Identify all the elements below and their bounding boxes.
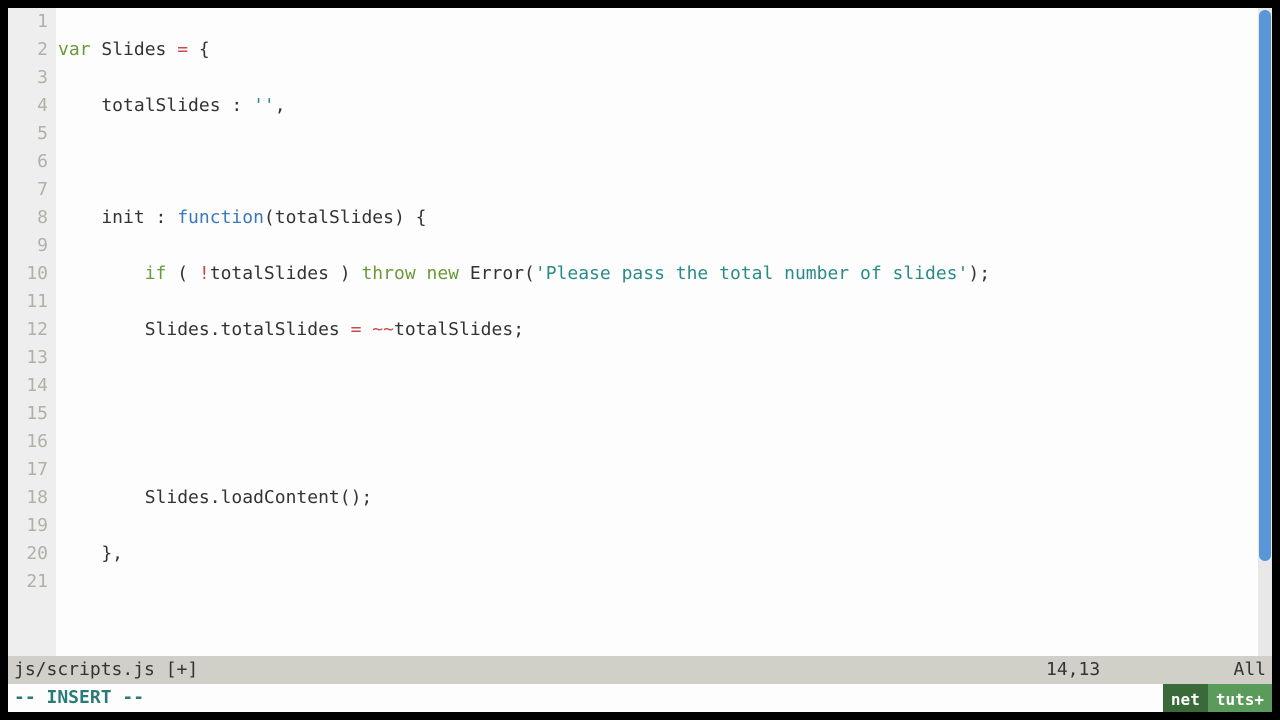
code-line[interactable]: totalSlides : '', xyxy=(58,92,1272,120)
line-number: 17 xyxy=(12,456,48,484)
line-number-gutter: 1 2 3 4 5 6 7 8 9 10 11 12 13 14 15 16 1… xyxy=(8,8,56,656)
code-area[interactable]: 1 2 3 4 5 6 7 8 9 10 11 12 13 14 15 16 1… xyxy=(8,8,1272,656)
line-number: 7 xyxy=(12,176,48,204)
code-line[interactable] xyxy=(58,372,1272,400)
editor-window: 1 2 3 4 5 6 7 8 9 10 11 12 13 14 15 16 1… xyxy=(8,8,1272,712)
line-number: 1 xyxy=(12,8,48,36)
mode-line: -- INSERT -- net tuts+ xyxy=(8,684,1272,712)
vertical-scrollbar[interactable] xyxy=(1258,8,1272,656)
watermark-logo: net tuts+ xyxy=(1163,684,1272,712)
code-line[interactable]: }, xyxy=(58,540,1272,568)
code-line[interactable]: var Slides = { xyxy=(58,36,1272,64)
line-number: 21 xyxy=(12,568,48,596)
line-number: 15 xyxy=(12,400,48,428)
line-number: 16 xyxy=(12,428,48,456)
line-number: 14 xyxy=(12,372,48,400)
logo-left: net xyxy=(1163,684,1208,712)
status-scroll-indicator: All xyxy=(1206,656,1266,684)
line-number: 20 xyxy=(12,540,48,568)
line-number: 6 xyxy=(12,148,48,176)
line-number: 5 xyxy=(12,120,48,148)
code-line[interactable]: Slides.loadContent(); xyxy=(58,484,1272,512)
line-number: 19 xyxy=(12,512,48,540)
line-number: 18 xyxy=(12,484,48,512)
code-line[interactable] xyxy=(58,148,1272,176)
line-number: 3 xyxy=(12,64,48,92)
scrollbar-thumb[interactable] xyxy=(1259,10,1271,561)
code-line[interactable] xyxy=(58,428,1272,456)
code-line[interactable] xyxy=(58,596,1272,624)
code-line[interactable]: if ( !totalSlides ) throw new Error('Ple… xyxy=(58,260,1272,288)
line-number: 12 xyxy=(12,316,48,344)
vim-mode-indicator: -- INSERT -- xyxy=(14,687,144,708)
logo-right: tuts+ xyxy=(1208,684,1272,712)
line-number: 2 xyxy=(12,36,48,64)
line-number: 8 xyxy=(12,204,48,232)
code-line[interactable]: loadContent : function() { xyxy=(58,652,1272,656)
line-number: 13 xyxy=(12,344,48,372)
status-bar: js/scripts.js [+] 14,13 All xyxy=(8,656,1272,684)
status-filename: js/scripts.js [+] xyxy=(14,656,1046,684)
code-content[interactable]: var Slides = { totalSlides : '', init : … xyxy=(56,8,1272,656)
line-number: 4 xyxy=(12,92,48,120)
line-number: 9 xyxy=(12,232,48,260)
line-number: 11 xyxy=(12,288,48,316)
code-line[interactable]: Slides.totalSlides = ~~totalSlides; xyxy=(58,316,1272,344)
line-number: 10 xyxy=(12,260,48,288)
code-line[interactable]: init : function(totalSlides) { xyxy=(58,204,1272,232)
status-cursor-position: 14,13 xyxy=(1046,656,1206,684)
